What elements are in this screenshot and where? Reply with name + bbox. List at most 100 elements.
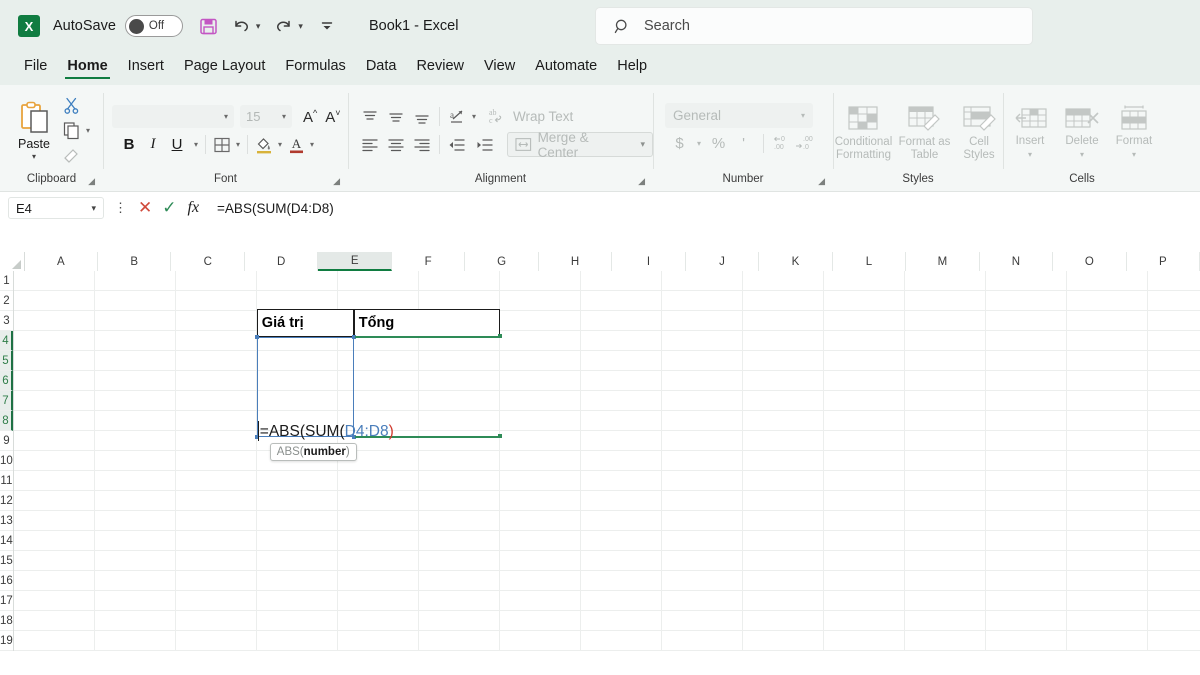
grid-cell[interactable] — [985, 571, 1067, 591]
row-header-19[interactable]: 19 — [0, 631, 13, 651]
tab-home[interactable]: Home — [57, 52, 117, 80]
grid-cell[interactable] — [985, 351, 1067, 371]
column-header-o[interactable]: O — [1053, 252, 1127, 271]
grid-cell[interactable] — [742, 311, 824, 331]
grid-cell[interactable] — [823, 391, 905, 411]
accounting-chevron-down-icon[interactable]: ▾ — [697, 139, 701, 148]
fill-color-chevron-down-icon[interactable]: ▾ — [278, 140, 282, 149]
grid-cell[interactable] — [94, 511, 176, 531]
grid-cell[interactable] — [1147, 451, 1200, 471]
grid-cell[interactable] — [742, 611, 824, 631]
grid-cell[interactable] — [1147, 271, 1200, 291]
grid-cell[interactable] — [661, 551, 743, 571]
number-dialog-launcher-icon[interactable]: ◢ — [818, 173, 825, 189]
column-header-d[interactable]: D — [244, 252, 319, 271]
grid-cell[interactable] — [13, 371, 95, 391]
delete-cells-button[interactable]: Delete ▾ — [1056, 105, 1108, 161]
row-header-18[interactable]: 18 — [0, 611, 13, 631]
grid-cell[interactable] — [742, 551, 824, 571]
delete-cells-chevron-down-icon[interactable]: ▾ — [1080, 148, 1084, 161]
grid-cell[interactable] — [94, 611, 176, 631]
font-size-chevron-down-icon[interactable]: ▾ — [282, 112, 286, 121]
column-header-j[interactable]: J — [685, 252, 760, 271]
grid-cell[interactable] — [256, 271, 338, 291]
grid-cell[interactable] — [742, 271, 824, 291]
tab-data[interactable]: Data — [356, 52, 407, 80]
grid-cell[interactable] — [13, 551, 95, 571]
grid-cell[interactable] — [823, 571, 905, 591]
grid-cell[interactable] — [580, 551, 662, 571]
cut-button[interactable] — [62, 94, 90, 117]
grid-cell[interactable] — [580, 411, 662, 431]
grid-cell[interactable] — [1147, 311, 1200, 331]
row-header-5[interactable]: 5 — [0, 351, 13, 371]
grid-cell[interactable] — [742, 531, 824, 551]
grid-cell[interactable] — [985, 551, 1067, 571]
grid-cell[interactable] — [904, 531, 986, 551]
grid-cell[interactable] — [13, 511, 95, 531]
grid-cell[interactable] — [418, 451, 500, 471]
row-header-11[interactable]: 11 — [0, 471, 13, 491]
grid-cell[interactable] — [985, 371, 1067, 391]
grid-cell[interactable] — [904, 511, 986, 531]
grid-cell[interactable] — [742, 571, 824, 591]
grid-cell[interactable] — [580, 471, 662, 491]
grid-cell[interactable] — [661, 411, 743, 431]
grid-cell[interactable] — [985, 511, 1067, 531]
grid-cell[interactable] — [94, 351, 176, 371]
tab-page-layout[interactable]: Page Layout — [174, 52, 275, 80]
grid-cell[interactable] — [1147, 571, 1200, 591]
increase-font-size-button[interactable]: A^ — [303, 108, 317, 126]
grid-cell[interactable] — [499, 411, 581, 431]
grid-cell[interactable] — [580, 391, 662, 411]
grid-cell[interactable] — [175, 471, 257, 491]
grid-cell[interactable] — [823, 551, 905, 571]
grid-cell[interactable] — [175, 351, 257, 371]
grid-cell[interactable] — [580, 631, 662, 651]
column-header-a[interactable]: A — [24, 252, 99, 271]
grid-cell[interactable] — [1066, 371, 1148, 391]
grid-cell[interactable] — [904, 311, 986, 331]
column-header-i[interactable]: I — [612, 252, 686, 271]
font-color-chevron-down-icon[interactable]: ▾ — [310, 140, 314, 149]
row-header-2[interactable]: 2 — [0, 291, 13, 311]
merge-and-center-button[interactable]: Merge & Center ▾ — [506, 130, 653, 160]
grid-cell[interactable] — [337, 391, 419, 411]
grid-cell[interactable] — [1066, 331, 1148, 351]
grid-cell[interactable] — [1066, 391, 1148, 411]
grid-cell[interactable] — [661, 471, 743, 491]
grid-cell[interactable] — [13, 291, 95, 311]
grid-cell[interactable] — [337, 271, 419, 291]
grid-cell[interactable] — [337, 371, 419, 391]
grid-cell[interactable] — [13, 411, 95, 431]
grid-cell[interactable] — [1066, 551, 1148, 571]
format-cells-button[interactable]: Format ▾ — [1108, 105, 1160, 161]
grid-cell[interactable] — [580, 451, 662, 471]
tab-insert[interactable]: Insert — [118, 52, 174, 80]
grid-cell[interactable] — [256, 471, 338, 491]
grid-cell[interactable] — [499, 351, 581, 371]
grid-cell[interactable] — [1066, 411, 1148, 431]
grid-cell[interactable] — [904, 551, 986, 571]
grid-cell[interactable] — [256, 391, 338, 411]
grid-cell[interactable] — [175, 331, 257, 351]
grid-cell[interactable] — [661, 451, 743, 471]
tab-review[interactable]: Review — [406, 52, 474, 80]
align-top-button[interactable] — [360, 108, 380, 126]
column-header-k[interactable]: K — [759, 252, 833, 271]
row-header-4[interactable]: 4 — [0, 331, 13, 351]
grid-cell[interactable] — [499, 431, 581, 451]
grid-cell[interactable] — [337, 511, 419, 531]
grid-cell[interactable] — [418, 611, 500, 631]
customize-quick-access-toolbar-icon[interactable] — [319, 19, 335, 33]
column-header-h[interactable]: H — [538, 252, 613, 271]
grid-cell[interactable] — [13, 591, 95, 611]
grid-cell[interactable] — [175, 271, 257, 291]
grid-cell[interactable] — [904, 291, 986, 311]
grid-cell[interactable] — [337, 531, 419, 551]
grid-cell[interactable] — [337, 291, 419, 311]
grid-cell[interactable] — [94, 391, 176, 411]
grid-cell[interactable] — [823, 591, 905, 611]
cell-styles-button[interactable]: Cell Styles — [955, 104, 1003, 162]
alignment-dialog-launcher-icon[interactable]: ◢ — [638, 173, 645, 189]
